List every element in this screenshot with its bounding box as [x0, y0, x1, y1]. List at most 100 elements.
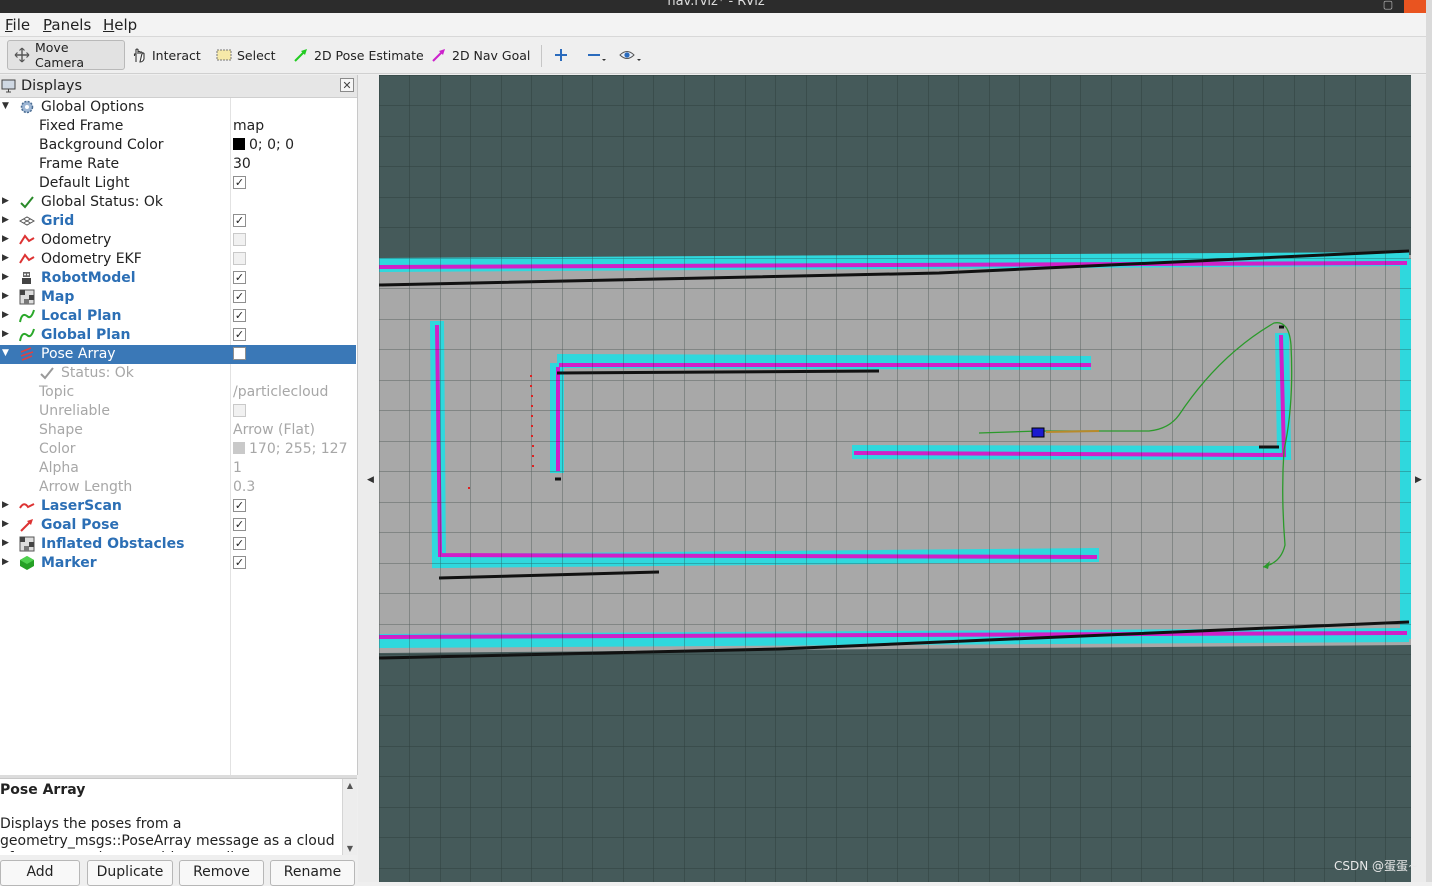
- default-light-checkbox[interactable]: ✓: [233, 176, 246, 189]
- remove-tool-button[interactable]: [580, 40, 614, 70]
- tree-row-alpha[interactable]: Alpha 1: [0, 459, 356, 478]
- marker-enabled-checkbox[interactable]: ✓: [233, 556, 246, 569]
- tree-row-grid[interactable]: ▶ Grid ✓: [0, 212, 356, 231]
- remove-button[interactable]: Remove: [179, 860, 264, 886]
- display-name-grid: Grid: [41, 213, 75, 229]
- expand-arrow-icon[interactable]: ▶: [2, 215, 10, 225]
- duplicate-button[interactable]: Duplicate: [87, 860, 173, 886]
- tree-row-global-plan[interactable]: ▶ Global Plan ✓: [0, 326, 356, 345]
- move-camera-label: Move Camera: [35, 40, 85, 70]
- tree-row-global-options[interactable]: ▼ Global Options: [0, 98, 356, 117]
- window-right-edge: [1426, 0, 1432, 882]
- maximize-icon[interactable]: ▢: [1378, 0, 1398, 13]
- inflated-obstacles-enabled-checkbox[interactable]: ✓: [233, 537, 246, 550]
- tree-row-global-status[interactable]: ▶ Global Status: Ok: [0, 193, 356, 212]
- pose-array-enabled-checkbox[interactable]: [233, 347, 246, 360]
- expand-arrow-icon[interactable]: ▶: [2, 291, 10, 301]
- map-enabled-checkbox[interactable]: ✓: [233, 290, 246, 303]
- close-panel-button[interactable]: ✕: [340, 78, 354, 92]
- 2d-pose-estimate-button[interactable]: 2D Pose Estimate: [287, 40, 430, 70]
- tree-row-local-plan[interactable]: ▶ Local Plan ✓: [0, 307, 356, 326]
- menu-panels[interactable]: Panels: [43, 16, 91, 34]
- expand-arrow-icon[interactable]: ▶: [2, 234, 10, 244]
- collapse-arrow-icon[interactable]: ▼: [2, 348, 10, 358]
- expand-arrow-icon[interactable]: ▶: [2, 538, 10, 548]
- tree-row-shape[interactable]: Shape Arrow (Flat): [0, 421, 356, 440]
- add-tool-button[interactable]: [547, 40, 575, 70]
- scroll-up-icon[interactable]: ▲: [343, 781, 357, 790]
- tree-row-robotmodel[interactable]: ▶ RobotModel ✓: [0, 269, 356, 288]
- tree-row-topic[interactable]: Topic /particlecloud: [0, 383, 356, 402]
- robot-model: [1031, 427, 1045, 438]
- tree-row-laserscan[interactable]: ▶ LaserScan ✓: [0, 497, 356, 516]
- tree-row-pose-array-status[interactable]: Status: Ok: [0, 364, 356, 383]
- expand-arrow-icon[interactable]: ▶: [2, 557, 10, 567]
- collapse-arrow-icon[interactable]: ▼: [2, 101, 10, 111]
- local-plan-enabled-checkbox[interactable]: ✓: [233, 309, 246, 322]
- background-color-value[interactable]: 0; 0; 0: [233, 137, 294, 153]
- expand-arrow-icon[interactable]: ▶: [2, 310, 10, 320]
- expand-arrow-icon[interactable]: ▶: [2, 272, 10, 282]
- tree-row-color[interactable]: Color 170; 255; 127: [0, 440, 356, 459]
- odometry-ekf-enabled-checkbox[interactable]: [233, 252, 246, 265]
- menu-file[interactable]: File: [5, 16, 30, 34]
- arrow-length-value[interactable]: 0.3: [233, 479, 255, 495]
- add-button[interactable]: Add: [0, 860, 80, 886]
- tree-row-goal-pose[interactable]: ▶ Goal Pose ✓: [0, 516, 356, 535]
- goal-icon: [20, 519, 33, 532]
- interact-button[interactable]: Interact: [125, 40, 207, 70]
- tree-row-fixed-frame[interactable]: Fixed Frame map: [0, 117, 356, 136]
- tree-row-odometry-ekf[interactable]: ▶ Odometry EKF: [0, 250, 356, 269]
- render-view[interactable]: ◀ ▶: [358, 75, 1426, 882]
- unreliable-checkbox[interactable]: [233, 404, 246, 417]
- map-viewport[interactable]: [379, 75, 1411, 882]
- expand-arrow-icon[interactable]: ▶: [2, 329, 10, 339]
- views-button[interactable]: [613, 40, 649, 70]
- tree-row-map[interactable]: ▶ Map ✓: [0, 288, 356, 307]
- tree-row-default-light[interactable]: Default Light ✓: [0, 174, 356, 193]
- robotmodel-enabled-checkbox[interactable]: ✓: [233, 271, 246, 284]
- select-button[interactable]: Select: [210, 40, 282, 70]
- tree-row-inflated-obstacles[interactable]: ▶ Inflated Obstacles ✓: [0, 535, 356, 554]
- tree-row-frame-rate[interactable]: Frame Rate 30: [0, 155, 356, 174]
- grid-enabled-checkbox[interactable]: ✓: [233, 214, 246, 227]
- expand-arrow-icon[interactable]: ▶: [2, 500, 10, 510]
- collapse-left-icon[interactable]: ◀: [367, 475, 374, 485]
- shape-value[interactable]: Arrow (Flat): [233, 422, 315, 438]
- menu-help[interactable]: Help: [103, 16, 137, 34]
- tree-row-unreliable[interactable]: Unreliable: [0, 402, 356, 421]
- tree-row-arrow-length[interactable]: Arrow Length 0.3: [0, 478, 356, 497]
- rename-button[interactable]: Rename: [270, 860, 355, 886]
- alpha-value[interactable]: 1: [233, 460, 242, 476]
- move-camera-button[interactable]: Move Camera: [7, 40, 125, 70]
- hand-icon: [133, 48, 145, 63]
- collapse-right-icon[interactable]: ▶: [1415, 475, 1422, 485]
- fixed-frame-value[interactable]: map: [233, 118, 264, 134]
- interact-label: Interact: [152, 47, 201, 63]
- description-scrollbar[interactable]: ▲ ▼: [342, 779, 357, 855]
- laserscan-enabled-checkbox[interactable]: ✓: [233, 499, 246, 512]
- frame-rate-label: Frame Rate: [39, 156, 120, 172]
- fixed-frame-label: Fixed Frame: [39, 118, 124, 134]
- 2d-nav-goal-button[interactable]: 2D Nav Goal: [425, 40, 536, 70]
- color-value[interactable]: 170; 255; 127: [233, 441, 348, 457]
- color-swatch: [233, 138, 245, 150]
- frame-rate-value[interactable]: 30: [233, 156, 251, 172]
- tree-row-background-color[interactable]: Background Color 0; 0; 0: [0, 136, 356, 155]
- tree-row-pose-array[interactable]: ▼ Pose Array: [0, 345, 356, 364]
- tree-row-marker[interactable]: ▶ Marker ✓: [0, 554, 356, 573]
- alpha-label: Alpha: [39, 460, 79, 476]
- topic-value[interactable]: /particlecloud: [233, 384, 328, 400]
- expand-arrow-icon[interactable]: ▶: [2, 519, 10, 529]
- expand-arrow-icon[interactable]: ▶: [2, 253, 10, 263]
- global-plan-enabled-checkbox[interactable]: ✓: [233, 328, 246, 341]
- unreliable-label: Unreliable: [39, 403, 110, 419]
- tree-row-odometry[interactable]: ▶ Odometry: [0, 231, 356, 250]
- goal-pose-enabled-checkbox[interactable]: ✓: [233, 518, 246, 531]
- move-camera-icon: [14, 47, 30, 63]
- gear-icon: [20, 100, 34, 114]
- odometry-enabled-checkbox[interactable]: [233, 233, 246, 246]
- scroll-down-icon[interactable]: ▼: [343, 844, 357, 853]
- expand-arrow-icon[interactable]: ▶: [2, 196, 10, 206]
- display-name-odometry-ekf: Odometry EKF: [41, 251, 142, 267]
